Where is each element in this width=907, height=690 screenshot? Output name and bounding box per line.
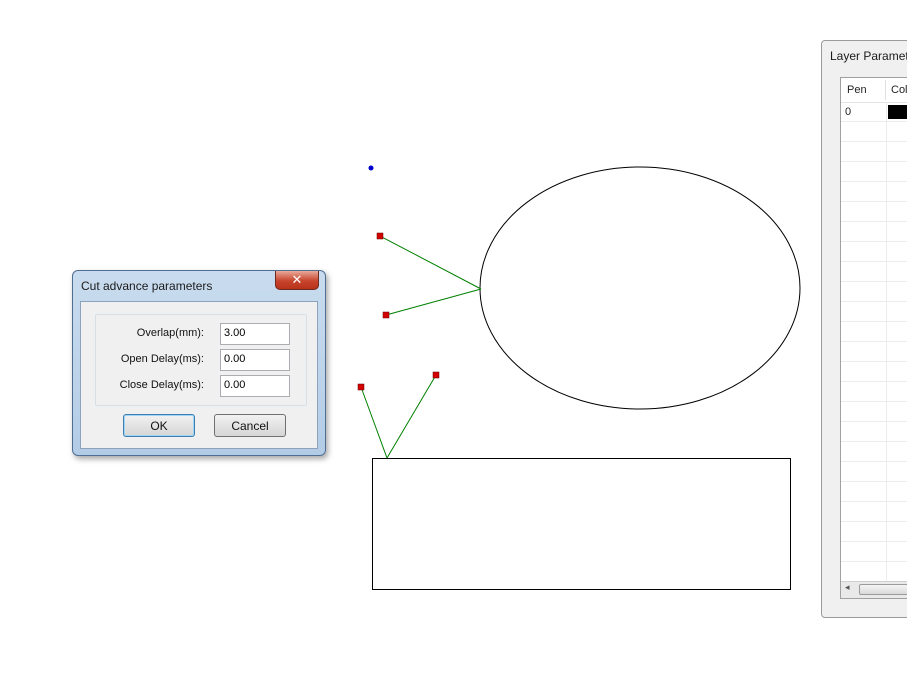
close-delay-row: Close Delay(ms): 0.00	[96, 375, 306, 397]
rectangle-shape[interactable]	[372, 458, 791, 590]
horizontal-scrollbar[interactable]: ◂	[841, 581, 907, 598]
lead-handle[interactable]	[382, 311, 390, 319]
open-delay-label: Open Delay(ms):	[120, 353, 204, 365]
lead-line-right[interactable]	[386, 374, 437, 459]
column-divider	[885, 80, 886, 100]
close-button[interactable]: ✕	[275, 271, 319, 290]
lead-handle[interactable]	[432, 371, 440, 379]
ellipse-shape[interactable]	[479, 166, 801, 410]
parameters-group: Overlap(mm): 3.00 Open Delay(ms): 0.00 C…	[95, 314, 307, 406]
close-delay-input[interactable]: 0.00	[220, 375, 290, 397]
lead-line-lower[interactable]	[385, 288, 482, 316]
table-row-color-swatch[interactable]	[888, 105, 907, 119]
overlap-label: Overlap(mm):	[136, 327, 204, 339]
lead-handle[interactable]	[357, 383, 365, 391]
close-icon: ✕	[291, 272, 303, 288]
column-header-color[interactable]: Color	[891, 84, 907, 96]
column-header-pen[interactable]: Pen	[847, 84, 867, 96]
layer-parameter-panel: Layer Parameter Pen Color 0 ◂	[821, 40, 907, 618]
table-header: Pen Color	[841, 78, 907, 103]
lead-line-left[interactable]	[360, 386, 388, 459]
open-delay-row: Open Delay(ms): 0.00	[96, 349, 306, 371]
close-delay-label: Close Delay(ms):	[119, 379, 204, 391]
open-delay-input[interactable]: 0.00	[220, 349, 290, 371]
column-gridline	[886, 102, 887, 584]
cancel-button[interactable]: Cancel	[214, 414, 286, 437]
panel-title: Layer Parameter	[830, 49, 907, 63]
table-row-pen[interactable]: 0	[845, 106, 851, 118]
lead-handle[interactable]	[376, 232, 384, 240]
scrollbar-thumb[interactable]	[859, 584, 907, 595]
origin-marker[interactable]	[368, 165, 374, 171]
table-grid	[841, 102, 907, 584]
scroll-left-arrow-icon[interactable]: ◂	[845, 583, 850, 593]
overlap-row: Overlap(mm): 3.00	[96, 323, 306, 345]
lead-line-upper[interactable]	[379, 235, 482, 290]
overlap-input[interactable]: 3.00	[220, 323, 290, 345]
ok-button[interactable]: OK	[123, 414, 195, 437]
dialog-title: Cut advance parameters	[81, 279, 213, 293]
dialog-body: Overlap(mm): 3.00 Open Delay(ms): 0.00 C…	[80, 301, 318, 449]
cut-advance-parameters-dialog: Cut advance parameters ✕ Overlap(mm): 3.…	[72, 270, 326, 456]
layer-table: Pen Color 0 ◂	[840, 77, 907, 599]
